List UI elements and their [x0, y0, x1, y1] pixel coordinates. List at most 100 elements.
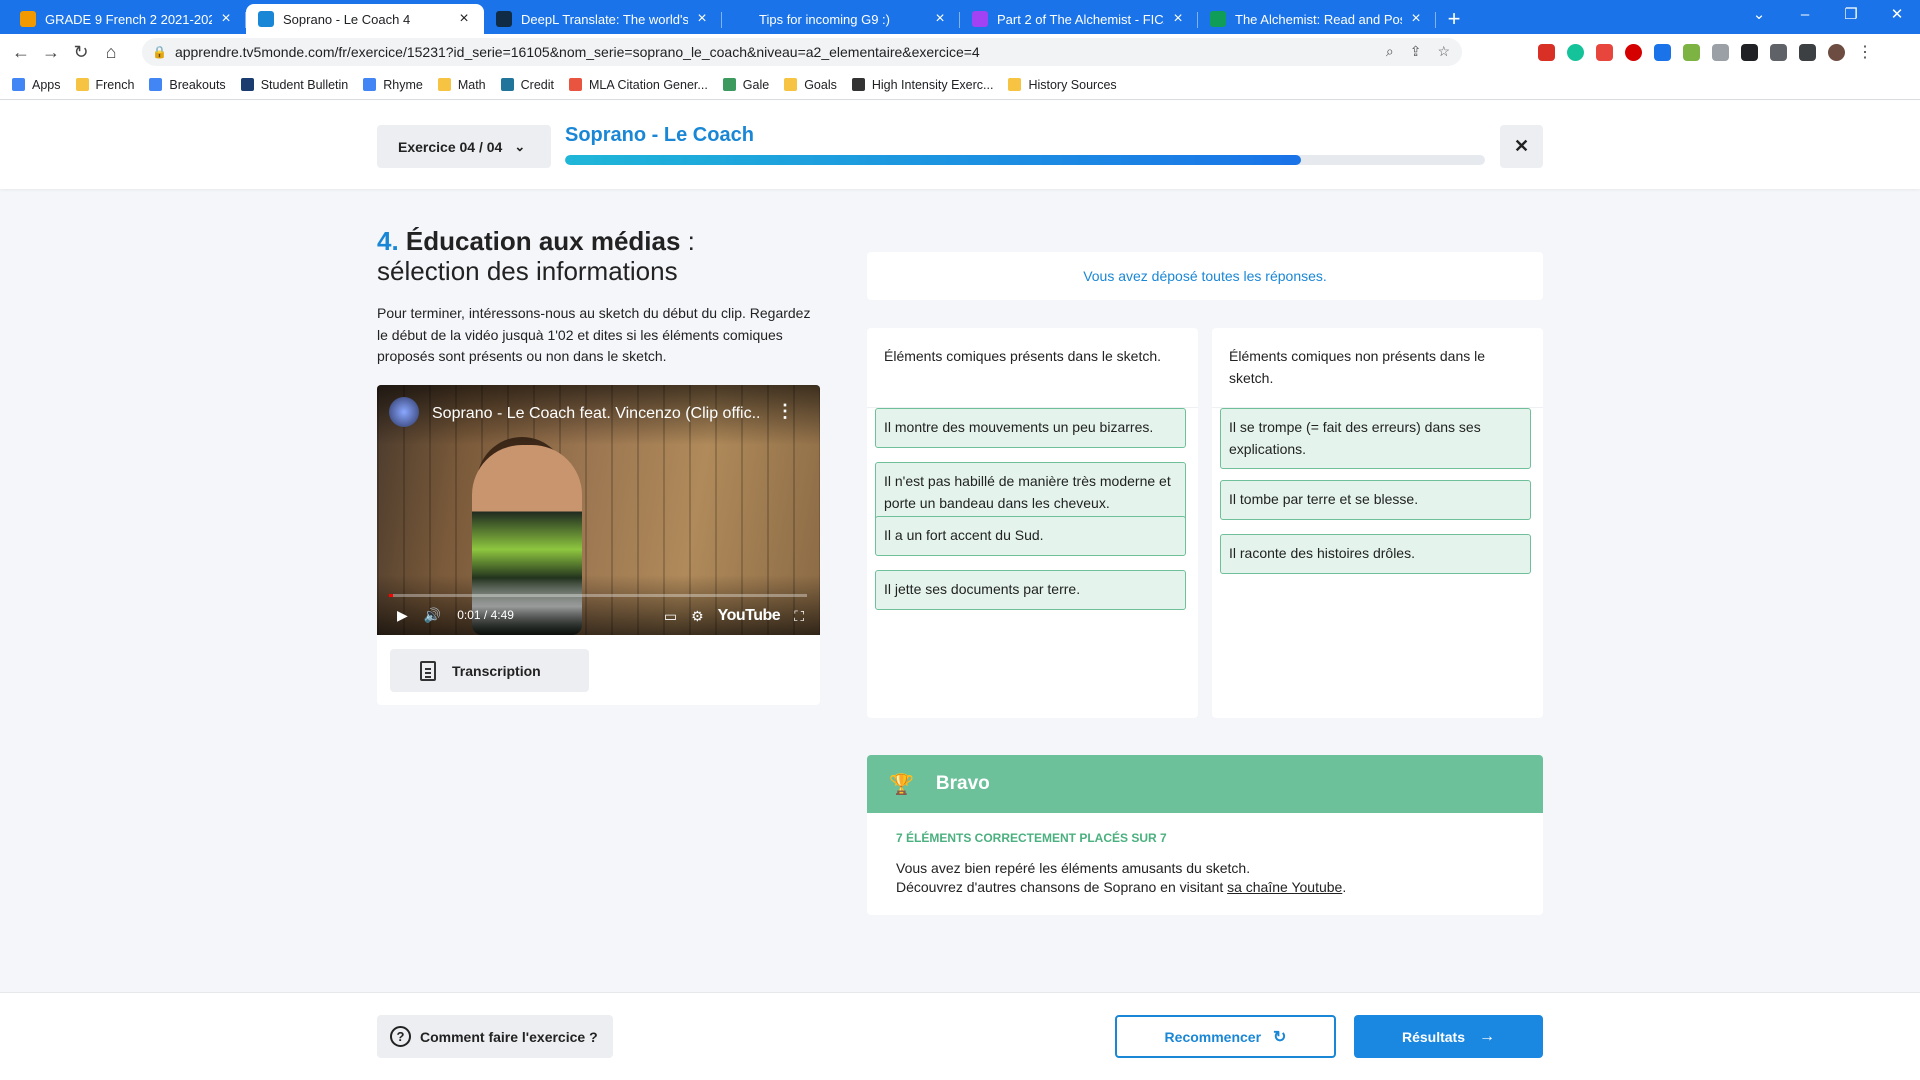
- restore-button[interactable]: ❐: [1828, 0, 1874, 32]
- omnibox[interactable]: 🔒 apprendre.tv5monde.com/fr/exercice/152…: [142, 38, 1462, 66]
- browser-tab[interactable]: DeepL Translate: The world's mo ×: [484, 4, 722, 34]
- extension-icon[interactable]: [1683, 43, 1700, 61]
- video-menu-icon[interactable]: ⋮: [776, 401, 794, 422]
- captions-icon[interactable]: ▭: [664, 608, 677, 625]
- close-exercise-button[interactable]: ✕: [1500, 125, 1543, 168]
- youtube-logo[interactable]: YouTube: [718, 607, 781, 625]
- result-line-2-suffix: .: [1342, 879, 1347, 895]
- trophy-icon: 🏆: [889, 773, 914, 796]
- grammarly-extension-icon[interactable]: [1567, 43, 1584, 61]
- bookmark-icon: [784, 78, 798, 91]
- result-panel: 🏆 Bravo 7 ÉLÉMENTS CORRECTEMENT PLACÉS S…: [867, 755, 1543, 915]
- lock-icon[interactable]: 🔒: [152, 45, 167, 59]
- extension-icon[interactable]: [1596, 43, 1613, 61]
- video-title[interactable]: Soprano - Le Coach feat. Vincenzo (Clip …: [432, 405, 762, 423]
- exercise-header: Exercice 04 / 04 ⌄ Soprano - Le Coach ✕: [0, 101, 1920, 189]
- close-tab-icon[interactable]: ×: [218, 10, 234, 28]
- gmail-extension-icon[interactable]: [1538, 43, 1555, 61]
- bookmark-item[interactable]: French: [75, 78, 134, 92]
- reader-extension-icon[interactable]: [1712, 43, 1729, 61]
- reload-icon[interactable]: ↻: [66, 42, 96, 63]
- profile-avatar[interactable]: [1828, 43, 1845, 61]
- favicon-icon: [496, 11, 512, 27]
- transcription-label: Transcription: [452, 662, 541, 679]
- tab-title: The Alchemist: Read and Post En: [1235, 11, 1402, 27]
- volume-icon[interactable]: 🔊: [424, 607, 441, 624]
- favicon-icon: [258, 11, 274, 27]
- reading-list-icon[interactable]: [1770, 43, 1787, 61]
- play-icon[interactable]: ▶: [397, 607, 408, 624]
- restart-button[interactable]: Recommencer ↻: [1115, 1015, 1336, 1058]
- close-tab-icon[interactable]: ×: [694, 10, 710, 28]
- column-header: Éléments comiques non présents dans le s…: [1212, 328, 1543, 408]
- bookmark-item[interactable]: Math: [437, 77, 486, 92]
- read-aloud-extension-icon[interactable]: [1654, 43, 1671, 61]
- close-tab-icon[interactable]: ×: [932, 10, 948, 28]
- transcription-button[interactable]: Transcription: [390, 649, 589, 692]
- minimize-button[interactable]: –: [1782, 0, 1828, 32]
- bookmark-label: Student Bulletin: [260, 77, 349, 92]
- close-tab-icon[interactable]: ×: [1170, 10, 1186, 28]
- browser-tab[interactable]: Soprano - Le Coach 4 ×: [246, 4, 484, 34]
- browser-tab[interactable]: GRADE 9 French 2 2021-2022 ×: [8, 4, 246, 34]
- bookmark-item[interactable]: MLA Citation Gener...: [568, 78, 708, 92]
- answer-chip[interactable]: Il se trompe (= fait des erreurs) dans s…: [1220, 408, 1531, 469]
- restart-icon: ↻: [1273, 1028, 1287, 1046]
- bookmark-icon: [75, 78, 89, 91]
- results-button[interactable]: Résultats →: [1354, 1015, 1543, 1058]
- close-tab-icon[interactable]: ×: [456, 10, 472, 28]
- result-count: 7 ÉLÉMENTS CORRECTEMENT PLACÉS SUR 7: [896, 831, 1167, 845]
- answer-chip[interactable]: Il n'est pas habillé de manière très mod…: [875, 462, 1186, 523]
- result-line-2: Découvrez d'autres chansons de Soprano e…: [896, 878, 1346, 897]
- bookmark-item[interactable]: Credit: [500, 78, 554, 92]
- browser-tab[interactable]: Tips for incoming G9 :) ×: [722, 4, 960, 34]
- answer-chip[interactable]: Il a un fort accent du Sud.: [875, 516, 1186, 556]
- settings-gear-icon[interactable]: ⚙: [691, 608, 704, 625]
- share-icon[interactable]: ⇪: [1410, 43, 1422, 60]
- exercise-selector[interactable]: Exercice 04 / 04 ⌄: [377, 125, 551, 168]
- question-title-bold: Éducation aux médias: [405, 226, 681, 256]
- video-seek-bar[interactable]: [389, 594, 807, 597]
- youtube-channel-link[interactable]: sa chaîne Youtube: [1227, 879, 1342, 895]
- side-panel-icon[interactable]: [1799, 43, 1816, 61]
- tab-search-icon[interactable]: ⌄: [1736, 0, 1782, 32]
- bookmark-item[interactable]: Rhyme: [363, 78, 423, 92]
- bookmark-label: Breakouts: [169, 77, 226, 92]
- bookmark-label: High Intensity Exerc...: [871, 77, 994, 92]
- browser-tab-bar: GRADE 9 French 2 2021-2022 × Soprano - Le …: [0, 0, 1920, 34]
- bookmark-icon: [363, 78, 377, 91]
- bookmark-item[interactable]: High Intensity Exerc...: [851, 77, 994, 92]
- new-tab-button[interactable]: +: [1436, 4, 1472, 34]
- help-button[interactable]: ? Comment faire l'exercice ?: [377, 1015, 613, 1058]
- bookmark-label: Math: [457, 77, 486, 92]
- youtube-player[interactable]: Soprano - Le Coach feat. Vincenzo (Clip …: [377, 385, 820, 635]
- answer-chip[interactable]: Il montre des mouvements un peu bizarres…: [875, 408, 1186, 448]
- bookmark-item[interactable]: Apps: [12, 78, 61, 92]
- bookmark-item[interactable]: Goals: [784, 78, 837, 92]
- bookmark-item[interactable]: Student Bulletin: [240, 77, 349, 92]
- answer-chip[interactable]: Il jette ses documents par terre.: [875, 570, 1186, 610]
- bookmark-icon: [12, 78, 25, 91]
- puzzle-icon[interactable]: [1741, 43, 1758, 61]
- close-window-button[interactable]: ✕: [1874, 0, 1920, 32]
- kebab-menu-icon[interactable]: ⋮: [1857, 42, 1873, 62]
- fullscreen-icon[interactable]: ⛶: [794, 608, 804, 625]
- back-icon[interactable]: ←: [6, 42, 36, 63]
- browser-tab[interactable]: Part 2 of The Alchemist - FICAPS ×: [960, 4, 1198, 34]
- zoom-icon[interactable]: ⌕: [1386, 43, 1394, 60]
- bookmark-star-icon[interactable]: ☆: [1437, 43, 1450, 60]
- close-tab-icon[interactable]: ×: [1408, 10, 1424, 28]
- bookmark-item[interactable]: History Sources: [1008, 77, 1117, 92]
- bookmark-item[interactable]: Gale: [722, 78, 769, 92]
- bookmark-icon: [722, 78, 736, 91]
- bookmark-label: History Sources: [1028, 77, 1117, 92]
- bookmark-item[interactable]: Breakouts: [149, 77, 226, 92]
- video-card: Soprano - Le Coach feat. Vincenzo (Clip …: [377, 385, 820, 705]
- browser-tab[interactable]: The Alchemist: Read and Post En ×: [1198, 4, 1436, 34]
- adblock-extension-icon[interactable]: [1625, 43, 1642, 61]
- channel-avatar[interactable]: [389, 397, 419, 427]
- answer-chip[interactable]: Il tombe par terre et se blesse.: [1220, 480, 1531, 520]
- forward-icon[interactable]: →: [36, 42, 66, 63]
- home-icon[interactable]: ⌂: [96, 42, 126, 63]
- answer-chip[interactable]: Il raconte des histoires drôles.: [1220, 534, 1531, 574]
